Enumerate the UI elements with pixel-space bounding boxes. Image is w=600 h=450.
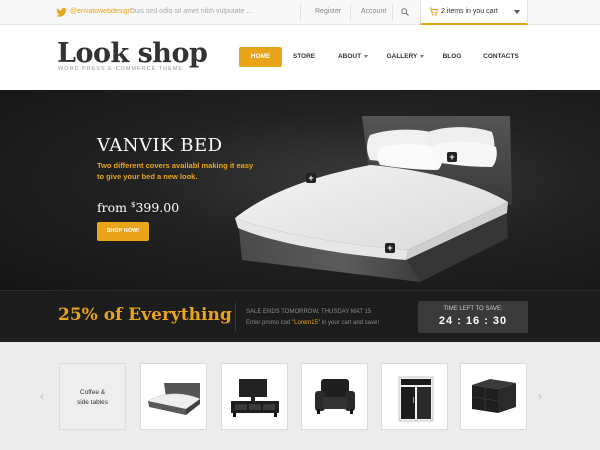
promo-text-after: in your cart and save! — [319, 320, 380, 326]
nav-gallery[interactable]: GALLERY — [383, 47, 428, 67]
logo-subtitle: WORD PRESS E-COMMERCE THEME — [58, 66, 183, 72]
nav-contacts[interactable]: CONTACTS — [479, 47, 523, 67]
product-tile-cabinet[interactable] — [381, 363, 448, 430]
hotspot-plus-icon[interactable]: + — [306, 173, 316, 183]
bed-thumbnail — [147, 383, 201, 415]
timer-label: TIME LEFT TO SAVE: — [443, 306, 503, 312]
product-tile-armchair[interactable] — [301, 363, 368, 430]
latest-tweet-text: Duis sed odio sit amet nibh vulputate ..… — [130, 8, 253, 15]
carousel-next-arrow[interactable]: › — [538, 389, 542, 403]
register-link[interactable]: Register — [315, 8, 341, 15]
category-tile-coffee-tables[interactable]: Coffee & side tables — [59, 363, 126, 430]
top-bar: @envatowebdesign: Duis sed odio sit amet… — [0, 0, 600, 25]
search-icon — [401, 8, 409, 16]
nav-about[interactable]: ABOUT — [333, 47, 373, 67]
hero-title: VANVIK BED — [97, 135, 223, 156]
cabinet-thumbnail — [398, 376, 434, 422]
nav-store[interactable]: STORE — [286, 47, 322, 67]
storage-boxes-thumbnail — [471, 379, 516, 413]
twitter-handle-link[interactable]: @envatowebdesign: — [70, 8, 134, 15]
divider — [300, 4, 301, 21]
chevron-down-icon — [364, 54, 369, 58]
cart-icon — [429, 7, 438, 16]
bed-image — [235, 116, 512, 282]
search-button[interactable] — [392, 0, 419, 25]
shop-now-button[interactable]: SHOP NOW! — [97, 222, 149, 241]
tv-stand-thumbnail — [231, 379, 279, 417]
hotspot-plus-icon[interactable]: + — [447, 152, 457, 162]
price-value: 399.00 — [135, 200, 180, 215]
cart-dropdown[interactable]: 2 items in you cart — [420, 0, 528, 25]
price-prefix: from — [97, 200, 127, 215]
nav-blog[interactable]: BLOG — [437, 47, 467, 67]
product-tile-storage-boxes[interactable] — [460, 363, 527, 430]
divider — [235, 303, 236, 331]
hotspot-plus-icon[interactable]: + — [385, 243, 395, 253]
divider — [350, 4, 351, 21]
category-label: Coffee & side tables — [60, 388, 125, 408]
account-link[interactable]: Account — [361, 8, 386, 15]
timer-value: 24 : 16 : 30 — [438, 315, 508, 327]
countdown-timer: TIME LEFT TO SAVE: 24 : 16 : 30 — [418, 301, 528, 333]
chevron-down-icon — [420, 54, 425, 58]
chevron-down-icon — [514, 10, 520, 14]
category-label-line1: Coffee & — [79, 389, 106, 396]
cart-count-label: 2 items in you cart — [441, 8, 498, 15]
logo-title[interactable]: Look shop — [57, 38, 208, 69]
hero-price: from $399.00 — [97, 200, 179, 215]
product-tile-tv-stand[interactable] — [221, 363, 288, 430]
hero-slider: VANVIK BED Two different covers availabl… — [0, 90, 600, 290]
promo-banner: 25% of Everything SALE ENDS TOMORROW, TH… — [0, 290, 600, 342]
nav-about-label: ABOUT — [337, 53, 362, 60]
product-carousel: ‹ › Coffee & side tables — [0, 342, 600, 450]
promo-code-text: Enter promo cod "Lorem15" in your cart a… — [246, 320, 379, 326]
armchair-thumbnail — [315, 379, 355, 414]
promo-text-before: Enter promo cod — [246, 320, 293, 326]
promo-headline: 25% of Everything — [58, 305, 232, 325]
nav-gallery-label: GALLERY — [386, 53, 418, 60]
promo-code: "Lorem15" — [292, 320, 320, 326]
carousel-prev-arrow[interactable]: ‹ — [40, 389, 44, 403]
category-label-line2: side tables — [76, 399, 109, 406]
twitter-icon[interactable] — [56, 8, 67, 17]
product-tile-bed[interactable] — [140, 363, 207, 430]
nav-home[interactable]: HOME — [239, 47, 282, 67]
promo-sale-ends: SALE ENDS TOMORROW, THUSDAY MAT 15 — [246, 309, 372, 315]
